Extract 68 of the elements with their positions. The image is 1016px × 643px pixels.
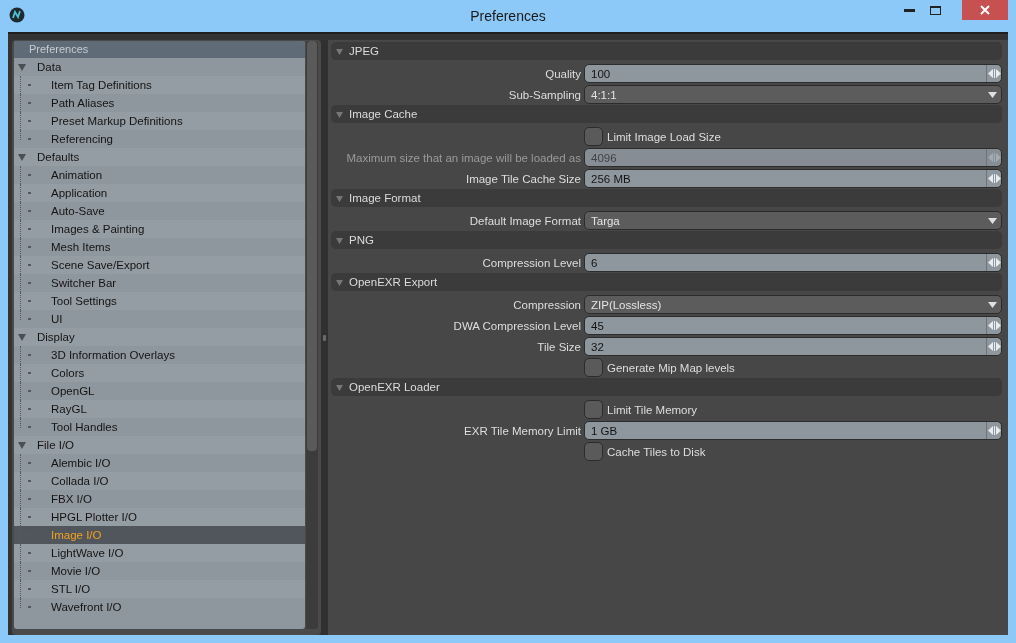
- tree-item[interactable]: RayGL: [14, 400, 305, 418]
- scrollbar[interactable]: [306, 41, 318, 629]
- checkbox-label: Generate Mip Map levels: [607, 361, 735, 374]
- field-label: Image Tile Cache Size: [464, 172, 582, 185]
- section-header[interactable]: PNG: [331, 231, 1002, 249]
- app-logo-icon: [9, 7, 25, 23]
- caret-icon: [988, 91, 997, 98]
- tree-item[interactable]: Collada I/O: [14, 472, 305, 490]
- dropdown[interactable]: 4:1:1: [584, 85, 1002, 104]
- section-header[interactable]: Image Cache: [331, 105, 1002, 123]
- section-header[interactable]: JPEG: [331, 42, 1002, 60]
- checkbox-label: Limit Image Load Size: [607, 130, 721, 143]
- field-label: Tile Size: [536, 340, 582, 353]
- checkbox[interactable]: [584, 442, 603, 461]
- field-label: DWA Compression Level: [452, 319, 582, 332]
- number-field[interactable]: 6: [584, 253, 1002, 272]
- tree-item[interactable]: STL I/O: [14, 580, 305, 598]
- tree-item[interactable]: LightWave I/O: [14, 544, 305, 562]
- close-icon: [980, 5, 990, 15]
- minimize-icon: [903, 8, 915, 12]
- spinner-icon: [987, 258, 1001, 267]
- tree-item[interactable]: Defaults: [14, 148, 305, 166]
- field-label: Compression Level: [481, 256, 582, 269]
- tree-item[interactable]: Display: [14, 328, 305, 346]
- tree-item[interactable]: Tool Settings: [14, 292, 305, 310]
- field-label: Default Image Format: [468, 214, 582, 227]
- number-field[interactable]: 45: [584, 316, 1002, 335]
- scrollbar-thumb[interactable]: [307, 41, 317, 451]
- spinner-icon: [987, 153, 1001, 162]
- number-field[interactable]: 100: [584, 64, 1002, 83]
- tree-item[interactable]: Preset Markup Definitions: [14, 112, 305, 130]
- tree-item[interactable]: Images & Painting: [14, 220, 305, 238]
- close-button[interactable]: [962, 0, 1008, 20]
- caret-icon: [988, 217, 997, 224]
- caret-icon: [988, 301, 997, 308]
- field-label: Maximum size that an image will be loaded as: [345, 151, 582, 164]
- section-header[interactable]: OpenEXR Loader: [331, 378, 1002, 396]
- field-label: Sub-Sampling: [507, 88, 582, 101]
- dropdown[interactable]: Targa: [584, 211, 1002, 230]
- tree-header: Preferences: [14, 41, 305, 58]
- spinner-icon: [987, 69, 1001, 78]
- maximize-icon: [929, 5, 941, 15]
- spinner-icon: [987, 426, 1001, 435]
- tree-item[interactable]: Application: [14, 184, 305, 202]
- tree-item[interactable]: Image I/O: [14, 526, 305, 544]
- window-title: Preferences: [469, 8, 547, 24]
- field-label: Quality: [544, 67, 582, 80]
- field-label: Compression: [512, 298, 582, 311]
- checkbox[interactable]: [584, 400, 603, 419]
- section-header[interactable]: OpenEXR Export: [331, 273, 1002, 291]
- checkbox-label: Cache Tiles to Disk: [607, 445, 706, 458]
- tree-item[interactable]: Item Tag Definitions: [14, 76, 305, 94]
- spinner-icon: [987, 342, 1001, 351]
- number-field[interactable]: 256 MB: [584, 169, 1002, 188]
- field-label: EXR Tile Memory Limit: [463, 424, 582, 437]
- section-header[interactable]: Image Format: [331, 189, 1002, 207]
- tree-item[interactable]: File I/O: [14, 436, 305, 454]
- spinner-icon: [987, 321, 1001, 330]
- number-field[interactable]: 32: [584, 337, 1002, 356]
- number-field[interactable]: 1 GB: [584, 421, 1002, 440]
- tree-item[interactable]: Colors: [14, 364, 305, 382]
- checkbox[interactable]: [584, 127, 603, 146]
- tree-item[interactable]: Scene Save/Export: [14, 256, 305, 274]
- dropdown[interactable]: ZIP(Lossless): [584, 295, 1002, 314]
- checkbox-label: Limit Tile Memory: [607, 403, 698, 416]
- tree-item[interactable]: HPGL Plotter I/O: [14, 508, 305, 526]
- spinner-icon: [987, 174, 1001, 183]
- checkbox[interactable]: [584, 358, 603, 377]
